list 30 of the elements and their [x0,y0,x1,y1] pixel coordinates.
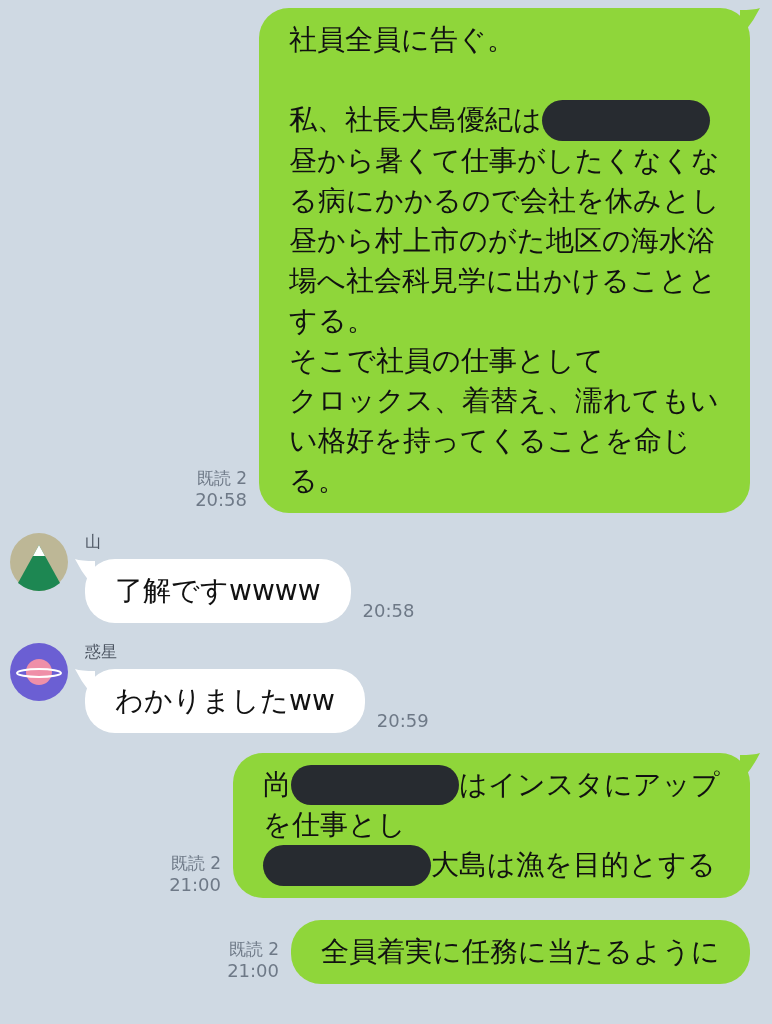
message-text: 全員着実に任務に当たるように [321,933,720,970]
read-receipt: 既読 2 [170,851,221,874]
avatar-icon[interactable] [10,642,68,701]
message-text: わかりましたww [115,682,335,719]
message-time: 21:00 [169,873,221,896]
message-text: 大島は漁を目的とする [431,847,716,884]
read-receipt: 既読 2 [196,466,247,489]
message-text: 場へ社会科見学に出かけることと [289,262,717,299]
message-text: クロックス、着替え、濡れてもい [289,382,719,419]
message-text: る病にかかるので会社を休みとし [289,182,720,219]
message-text: 了解ですwwww [115,572,321,609]
read-receipt: 既読 2 [228,937,279,960]
message-text: 昼から村上市のがた地区の海水浴 [289,222,715,259]
message-text: する。 [289,302,375,339]
message-time: 20:58 [362,599,415,623]
message-text: を仕事とし [263,807,406,844]
message-text: 社員全員に告ぐ。 [289,22,515,58]
sender-name: 惑星 [85,642,118,661]
message-text: はインスタにアップ [459,766,720,803]
message-text: 昼から暑くて仕事がしたくなくな [289,142,720,179]
message-text: そこで社員の仕事として [289,342,604,379]
sender-name: 山 [85,532,102,551]
message-time: 20:58 [195,488,247,511]
message-text: い格好を持ってくることを命じ [289,422,691,459]
message-time: 21:00 [227,959,279,982]
message-text: 尚 [263,766,291,803]
message-text: 私、社長大島優紀は [289,102,542,139]
message-text: る。 [289,462,346,499]
avatar-icon[interactable] [10,532,68,591]
message-time: 20:59 [376,709,429,733]
